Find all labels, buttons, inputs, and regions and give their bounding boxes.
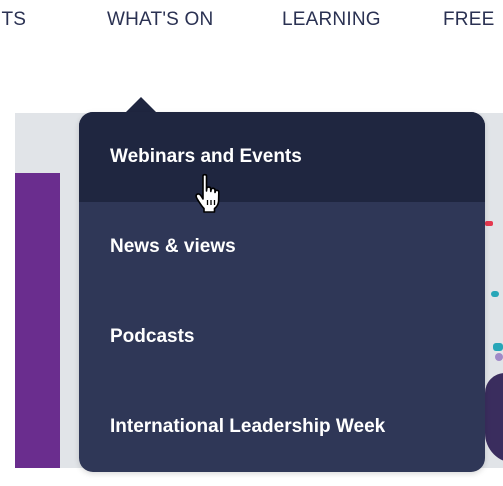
menu-item-webinars-and-events[interactable]: Webinars and Events <box>79 112 485 202</box>
menu-item-label: Webinars and Events <box>110 146 302 167</box>
decorative-shape <box>485 221 493 226</box>
purple-panel <box>15 173 60 486</box>
nav-item-benefits[interactable]: ITS <box>0 9 26 31</box>
dropdown-caret <box>125 97 157 113</box>
menu-item-label: Podcasts <box>110 326 195 347</box>
whats-on-dropdown-menu: Webinars and Events News & views Podcast… <box>79 112 485 472</box>
top-navigation: ITS WHAT'S ON LEARNING FREE <box>0 0 503 44</box>
nav-item-learning[interactable]: LEARNING <box>282 9 381 31</box>
decorative-shape <box>485 373 503 463</box>
decorative-shape <box>495 353 503 361</box>
nav-item-free[interactable]: FREE <box>443 9 494 31</box>
hand-pointer-icon <box>195 173 220 213</box>
menu-item-label: International Leadership Week <box>110 416 386 437</box>
menu-item-label: News & views <box>110 236 236 257</box>
decorative-shape <box>491 291 499 297</box>
menu-item-podcasts[interactable]: Podcasts <box>79 292 485 382</box>
menu-item-news-and-views[interactable]: News & views <box>79 202 485 292</box>
nav-item-whats-on[interactable]: WHAT'S ON <box>107 9 213 31</box>
menu-item-international-leadership-week[interactable]: International Leadership Week <box>79 382 485 472</box>
decorative-shape <box>493 343 503 351</box>
